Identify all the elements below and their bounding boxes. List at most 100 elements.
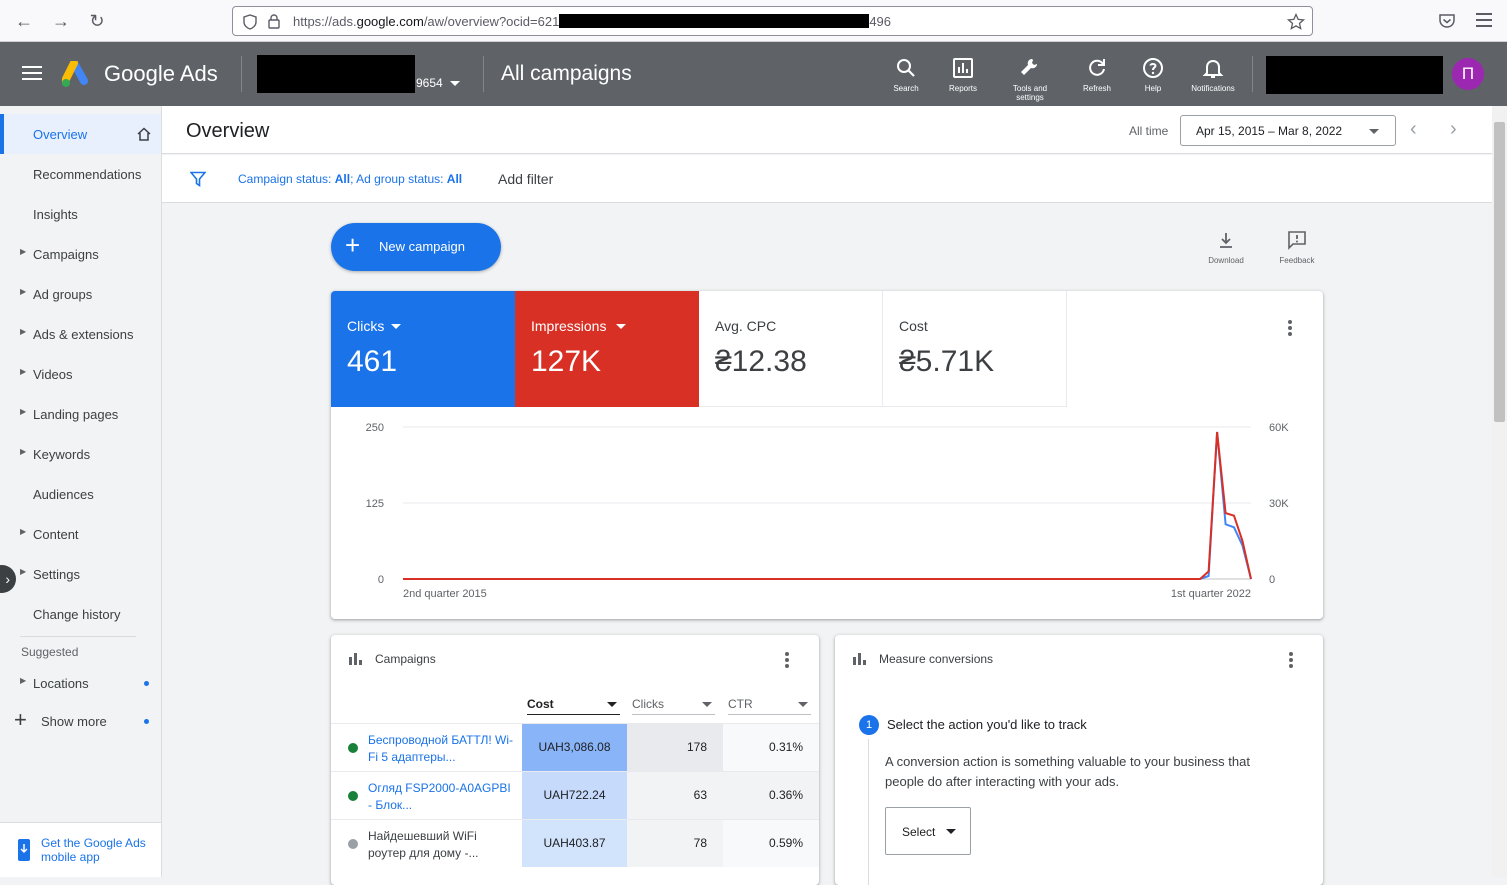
sidebar-item-ad-groups[interactable]: ▶ Ad groups xyxy=(0,274,161,314)
sidebar-item-settings[interactable]: ▶ Settings xyxy=(0,554,161,594)
more-options-icon[interactable] xyxy=(785,652,789,670)
column-header-cost[interactable]: Cost xyxy=(527,697,620,715)
mobile-app-link[interactable]: Get the Google Ads mobile app xyxy=(0,822,161,877)
select-action-dropdown[interactable]: Select xyxy=(885,807,971,855)
account-dropdown-icon[interactable] xyxy=(450,81,460,86)
forward-icon[interactable]: → xyxy=(51,11,71,31)
scrollbar-thumb[interactable] xyxy=(1494,122,1505,422)
step-connector xyxy=(868,739,869,885)
status-active-icon xyxy=(348,743,358,753)
metric-label: Avg. CPC xyxy=(715,318,777,334)
metric-avg-cpc[interactable]: Avg. CPC ₴12.38 xyxy=(699,291,883,407)
back-icon[interactable]: ← xyxy=(14,11,34,31)
refresh-icon xyxy=(1089,59,1105,76)
table-row[interactable]: Огляд FSP2000-A0AGPBI - Блок... UAH722.2… xyxy=(331,771,819,819)
metric-label: Clicks xyxy=(347,318,385,334)
google-ads-logo-text: Google Ads xyxy=(104,61,218,86)
step-description: A conversion action is something valuabl… xyxy=(885,754,1250,789)
metric-cost[interactable]: Cost ₴5.71K xyxy=(883,291,1067,407)
sidebar: Overview Recommendations Insights ▶ Campa… xyxy=(0,106,162,877)
refresh-label: Refresh xyxy=(1082,84,1111,93)
conversions-card-title: Measure conversions xyxy=(879,652,994,666)
caret-right-icon: ▶ xyxy=(20,367,27,376)
help-button[interactable]: Help xyxy=(1123,56,1183,93)
table-row[interactable]: Беспроводной БАТТЛ! Wi-Fi 5 адаптеры... … xyxy=(331,723,819,771)
sidebar-item-recommendations[interactable]: Recommendations xyxy=(0,154,161,194)
profile-name-redacted[interactable] xyxy=(1266,56,1443,94)
sidebar-item-label: Locations xyxy=(33,676,89,691)
sidebar-item-locations[interactable]: ▶ Locations xyxy=(0,663,161,703)
sidebar-item-ads-extensions[interactable]: ▶ Ads & extensions xyxy=(0,314,161,354)
sidebar-item-overview[interactable]: Overview xyxy=(0,114,161,154)
caret-right-icon: ▶ xyxy=(20,327,27,336)
header-title[interactable]: All campaigns xyxy=(501,62,632,86)
avatar[interactable]: П xyxy=(1452,58,1484,90)
campaign-name-link[interactable]: Найдешевший WiFi роутер для дому -... xyxy=(368,828,513,862)
metric-impressions[interactable]: Impressions 127K xyxy=(515,291,699,407)
column-header-label: Cost xyxy=(527,697,554,711)
address-bar[interactable]: https://ads.google.com/aw/overview?ocid=… xyxy=(232,6,1313,36)
account-name-redacted[interactable] xyxy=(257,55,415,93)
performance-chart: 250 125 0 60K 30K 0 2nd quarter 2015 1st quarte… xyxy=(366,422,1290,600)
step-number-badge: 1 xyxy=(859,715,879,735)
y-tick-label-right: 30K xyxy=(1269,498,1289,510)
sidebar-item-label: Settings xyxy=(33,567,80,582)
metric-clicks[interactable]: Clicks 461 xyxy=(331,291,515,407)
sidebar-item-landing-pages[interactable]: ▶ Landing pages xyxy=(0,394,161,434)
new-campaign-button[interactable]: + New campaign xyxy=(331,223,501,271)
chevron-down-icon xyxy=(702,702,712,707)
page-scrollbar[interactable] xyxy=(1492,106,1507,877)
column-header-ctr[interactable]: CTR xyxy=(728,697,811,715)
feedback-button[interactable]: Feedback xyxy=(1272,230,1322,265)
bookmark-star-icon[interactable] xyxy=(1287,13,1305,31)
plus-icon: + xyxy=(345,230,361,260)
table-row[interactable]: Найдешевший WiFi роутер для дому -... UA… xyxy=(331,819,819,867)
previous-period-icon[interactable]: ‹ xyxy=(1410,118,1417,141)
next-period-icon[interactable]: › xyxy=(1450,118,1457,141)
cost-cell: UAH722.24 xyxy=(522,772,627,819)
date-range-value: Apr 15, 2015 – Mar 8, 2022 xyxy=(1196,124,1343,138)
sidebar-item-videos[interactable]: ▶ Videos xyxy=(0,354,161,394)
lock-icon xyxy=(268,14,280,29)
sidebar-item-audiences[interactable]: Audiences xyxy=(0,474,161,514)
sidebar-item-content[interactable]: ▶ Content xyxy=(0,514,161,554)
refresh-button[interactable]: Refresh xyxy=(1067,56,1127,93)
sidebar-item-change-history[interactable]: Change history xyxy=(0,594,161,634)
series-line-impressions xyxy=(403,431,1252,580)
filter-icon[interactable] xyxy=(190,171,206,187)
sidebar-item-label: Content xyxy=(33,527,79,542)
cost-cell: UAH403.87 xyxy=(522,820,627,867)
more-options-icon[interactable] xyxy=(1289,652,1293,670)
notifications-button[interactable]: Notifications xyxy=(1183,56,1243,93)
add-filter-button[interactable]: Add filter xyxy=(498,171,553,187)
series-line-clicks xyxy=(403,431,1252,580)
date-range-picker[interactable]: Apr 15, 2015 – Mar 8, 2022 xyxy=(1180,115,1396,146)
sidebar-item-keywords[interactable]: ▶ Keywords xyxy=(0,434,161,474)
sidebar-item-campaigns[interactable]: ▶ Campaigns xyxy=(0,234,161,274)
all-time-label: All time xyxy=(1129,124,1169,138)
campaign-name-link[interactable]: Беспроводной БАТТЛ! Wi-Fi 5 адаптеры... xyxy=(368,732,513,766)
sidebar-item-insights[interactable]: Insights xyxy=(0,194,161,234)
search-tool-button[interactable]: Search xyxy=(876,56,936,93)
campaign-name-link[interactable]: Огляд FSP2000-A0AGPBI - Блок... xyxy=(368,780,513,814)
y-tick-label-left: 250 xyxy=(366,422,384,434)
sidebar-show-more[interactable]: + Show more xyxy=(0,701,161,741)
active-filters[interactable]: Campaign status: All; Ad group status: A… xyxy=(238,172,462,186)
column-header-clicks[interactable]: Clicks xyxy=(632,697,715,715)
shield-icon xyxy=(243,14,257,30)
sidebar-item-label: Ad groups xyxy=(33,287,93,302)
chevron-down-icon xyxy=(1369,129,1379,134)
hamburger-menu-icon[interactable] xyxy=(22,66,42,80)
reports-tool-button[interactable]: Reports xyxy=(933,56,993,93)
tools-settings-button[interactable]: Tools and settings xyxy=(1000,56,1060,102)
pocket-icon[interactable] xyxy=(1438,12,1456,30)
browser-menu-icon[interactable] xyxy=(1476,13,1492,27)
account-id[interactable]: 9654 xyxy=(416,76,443,90)
reload-icon[interactable]: ↻ xyxy=(87,11,107,31)
page-header: Overview All time Apr 15, 2015 – Mar 8, … xyxy=(162,106,1492,154)
download-icon xyxy=(1220,233,1232,248)
more-options-icon[interactable] xyxy=(1288,320,1292,338)
feedback-label: Feedback xyxy=(1279,256,1315,265)
step-title: Select the action you'd like to track xyxy=(887,717,1087,732)
download-button[interactable]: Download xyxy=(1201,230,1251,265)
